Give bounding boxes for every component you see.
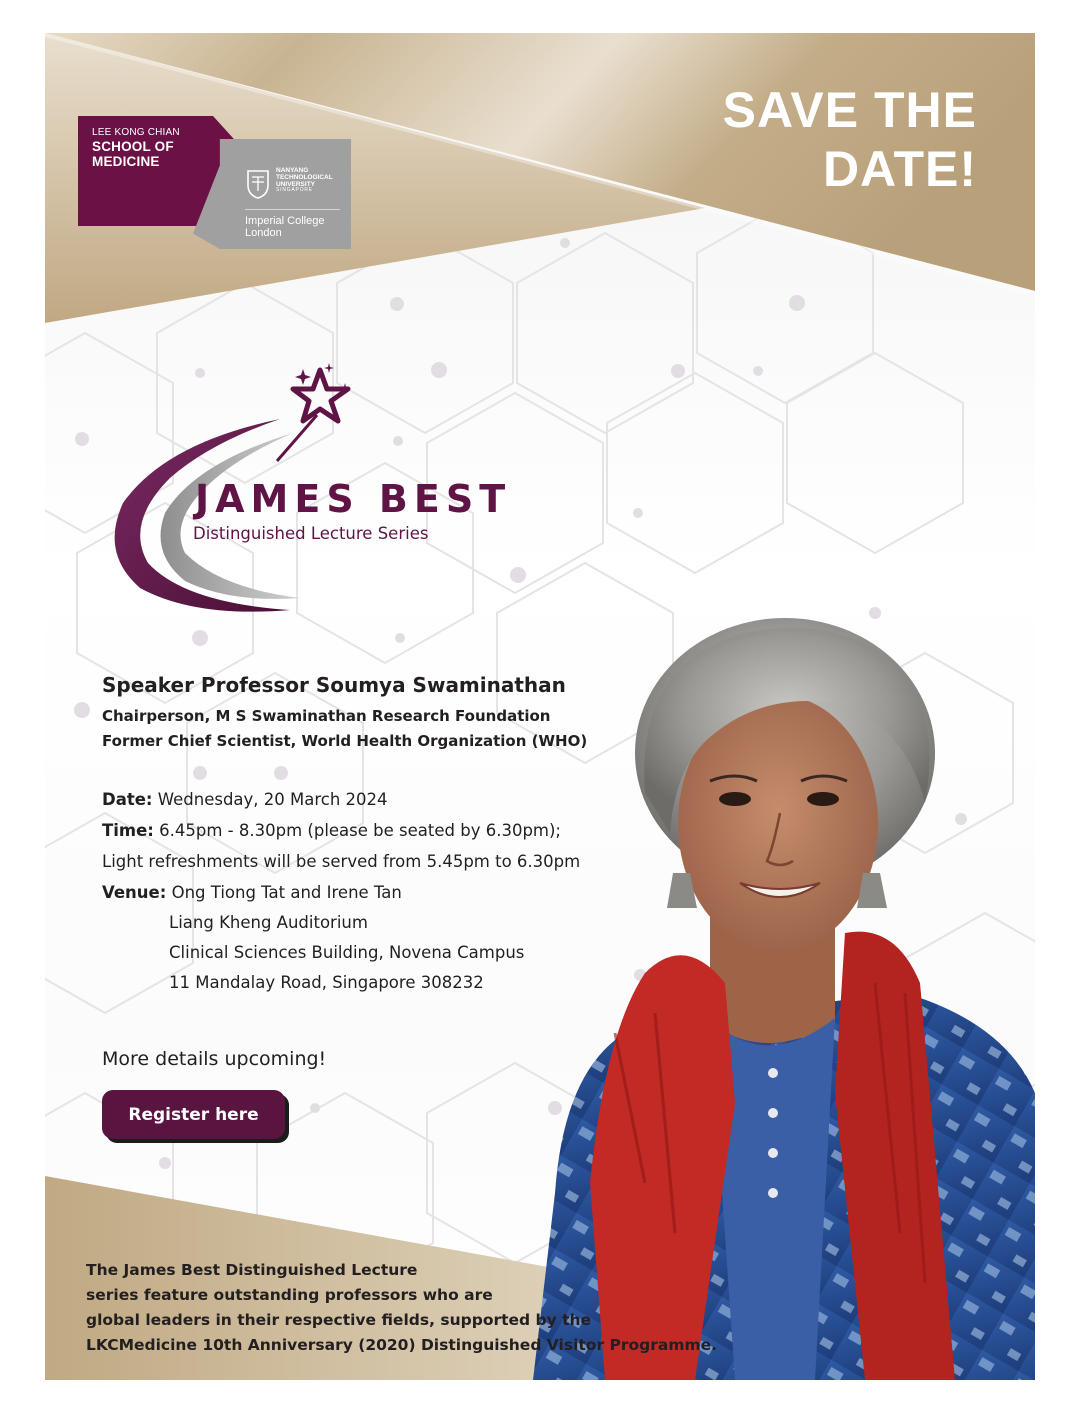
date-label: Date: — [102, 790, 153, 809]
speaker-role-1: Chairperson, M S Swaminathan Research Fo… — [102, 707, 551, 725]
event-time: Time: 6.45pm - 8.30pm (please be seated … — [102, 821, 561, 840]
more-details-text: More details upcoming! — [102, 1048, 327, 1070]
footer-line3: global leaders in their respective field… — [86, 1311, 592, 1329]
register-button[interactable]: Register here — [102, 1090, 285, 1139]
speaker-role-2: Former Chief Scientist, World Health Org… — [102, 732, 588, 750]
series-subtitle: Distinguished Lecture Series — [193, 524, 429, 543]
refreshments-note: Light refreshments will be served from 5… — [102, 852, 581, 871]
venue-line1: Ong Tiong Tat and Irene Tan — [166, 883, 402, 902]
venue-line2: Liang Kheng Auditorium — [169, 913, 368, 932]
venue-line3: Clinical Sciences Building, Novena Campu… — [169, 943, 525, 962]
footer-description: The James Best Distinguished Lecture ser… — [86, 1258, 717, 1358]
series-title: JAMES BEST — [195, 477, 512, 521]
venue-label: Venue: — [102, 883, 167, 902]
time-label: Time: — [102, 821, 154, 840]
time-value: 6.45pm - 8.30pm (please be seated by 6.3… — [153, 821, 561, 840]
event-date: Date: Wednesday, 20 March 2024 — [102, 790, 388, 809]
venue-line4: 11 Mandalay Road, Singapore 308232 — [169, 973, 484, 992]
footer-line1: The James Best Distinguished Lecture — [86, 1261, 418, 1279]
event-venue: Venue: Ong Tiong Tat and Irene Tan — [102, 883, 402, 902]
lecture-series-emblem — [114, 363, 351, 612]
date-value: Wednesday, 20 March 2024 — [152, 790, 388, 809]
event-flyer: LEE KONG CHIAN SCHOOL OF MEDICINE NANYAN… — [45, 33, 1035, 1380]
footer-line2: series feature outstanding professors wh… — [86, 1286, 493, 1304]
speaker-heading: Speaker Professor Soumya Swaminathan — [102, 673, 566, 697]
footer-line4: LKCMedicine 10th Anniversary (2020) Dist… — [86, 1336, 718, 1354]
